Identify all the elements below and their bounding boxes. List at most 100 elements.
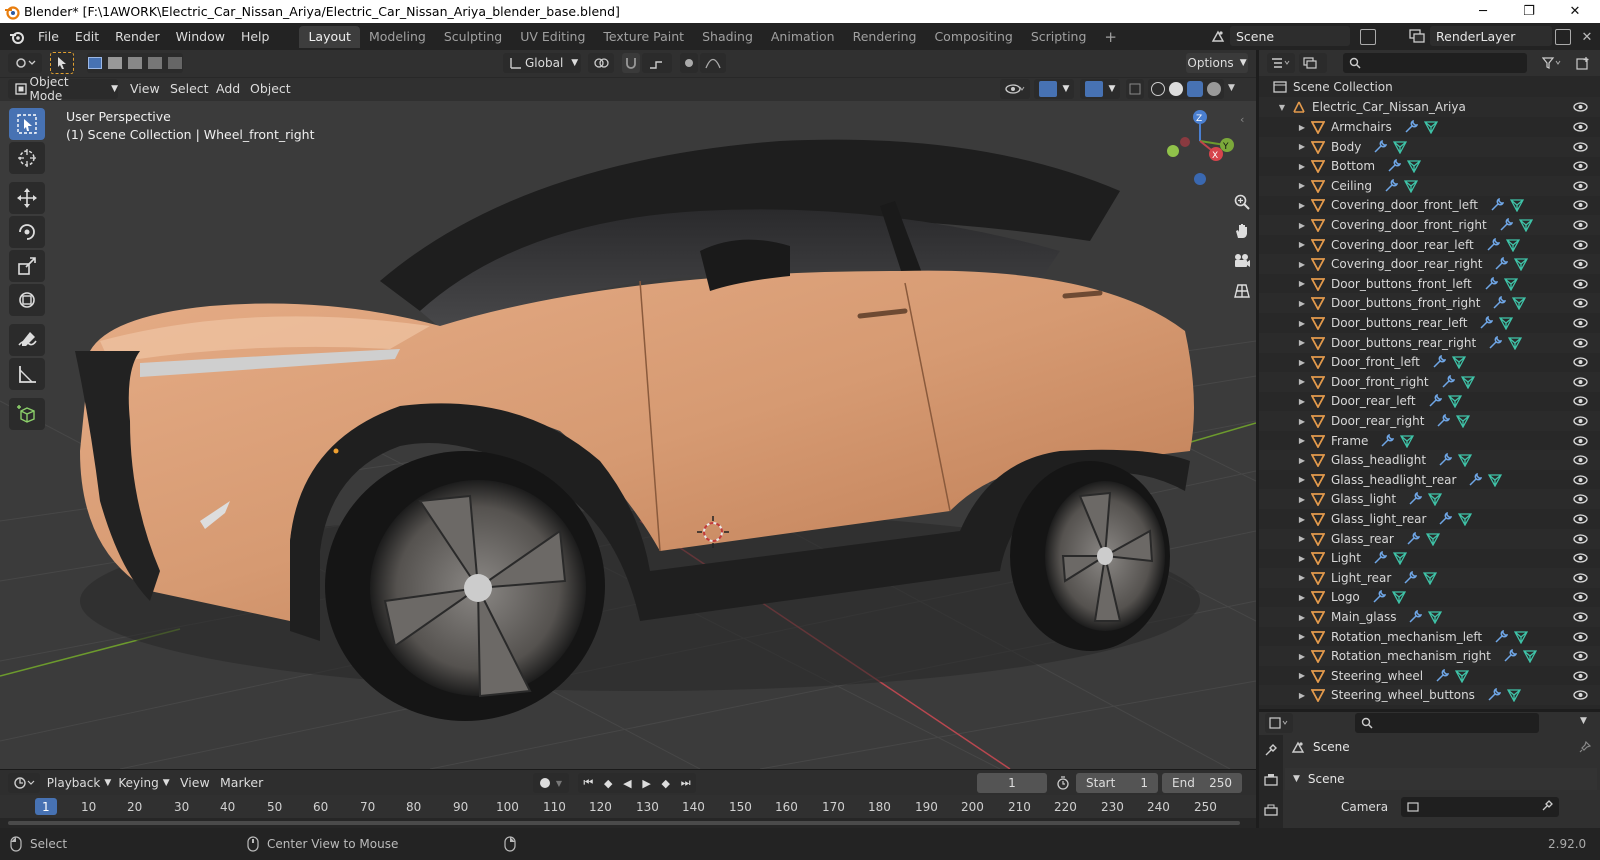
tool-scale[interactable] bbox=[9, 250, 45, 282]
play-reverse-icon[interactable]: ◀ bbox=[623, 777, 631, 790]
outliner-object-row[interactable]: ▶ Glass_headlight bbox=[1259, 450, 1600, 471]
expand-arrow-icon[interactable]: ▶ bbox=[1297, 161, 1307, 171]
outliner-object-row[interactable]: ▶ Door_rear_left bbox=[1259, 391, 1600, 411]
expand-arrow-icon[interactable]: ▶ bbox=[1297, 514, 1307, 524]
eye-icon[interactable] bbox=[1573, 649, 1588, 663]
tool-cursor[interactable] bbox=[9, 142, 45, 174]
expand-arrow-icon[interactable]: ▶ bbox=[1297, 279, 1307, 289]
outliner-object-row[interactable]: ▶ Body bbox=[1259, 136, 1600, 157]
outliner-object-row[interactable]: ▶ Door_buttons_front_left bbox=[1259, 274, 1600, 294]
eye-icon[interactable] bbox=[1573, 669, 1588, 683]
outliner-object-row[interactable]: ▶ Glass_light bbox=[1259, 489, 1600, 510]
modifier-wrench-icon[interactable] bbox=[1408, 492, 1423, 506]
tab-uv-editing[interactable]: UV Editing bbox=[511, 26, 594, 48]
visibility-dropdown[interactable] bbox=[1000, 79, 1030, 99]
eye-icon[interactable] bbox=[1573, 688, 1588, 702]
outliner-object-row[interactable]: ▶ Door_front_left bbox=[1259, 352, 1600, 372]
mesh-data-icon[interactable] bbox=[1423, 120, 1438, 134]
mesh-data-icon[interactable] bbox=[1428, 492, 1443, 507]
eye-icon[interactable] bbox=[1573, 296, 1588, 310]
snap-target-icon[interactable] bbox=[642, 53, 672, 73]
modifier-wrench-icon[interactable] bbox=[1373, 139, 1388, 154]
eye-icon[interactable] bbox=[1573, 610, 1588, 624]
outliner-object-row[interactable]: ▶ Glass_headlight_rear bbox=[1259, 470, 1600, 490]
modifier-wrench-icon[interactable] bbox=[1499, 218, 1513, 232]
modifier-wrench-icon[interactable] bbox=[1372, 590, 1386, 604]
new-scene-icon[interactable] bbox=[1360, 29, 1376, 45]
falloff-icon[interactable] bbox=[700, 53, 726, 73]
menu-render[interactable]: Render bbox=[107, 26, 168, 48]
outliner-object-row[interactable]: ▶ Glass_rear bbox=[1259, 528, 1600, 549]
pin-icon[interactable] bbox=[1579, 740, 1592, 756]
collapse-arrow-icon[interactable]: ▼ bbox=[1277, 102, 1287, 112]
overlay-toggle[interactable]: ▼ bbox=[1080, 79, 1120, 99]
modifier-wrench-icon[interactable] bbox=[1404, 120, 1418, 134]
mesh-data-icon[interactable] bbox=[1425, 532, 1440, 546]
expand-arrow-icon[interactable]: ▶ bbox=[1297, 142, 1307, 152]
properties-search-input[interactable] bbox=[1355, 713, 1539, 733]
mesh-data-icon[interactable] bbox=[1392, 551, 1407, 566]
eye-icon[interactable] bbox=[1573, 492, 1588, 506]
jump-end-icon[interactable]: ⏭ bbox=[681, 776, 691, 790]
outliner-object-row[interactable]: ▶ Covering_door_front_left bbox=[1259, 195, 1600, 215]
mesh-data-icon[interactable] bbox=[1508, 336, 1523, 350]
expand-arrow-icon[interactable]: ▶ bbox=[1297, 259, 1307, 269]
mesh-data-icon[interactable] bbox=[1458, 512, 1473, 526]
overlays-icon[interactable] bbox=[1084, 81, 1103, 97]
menu-object[interactable]: Object bbox=[250, 81, 291, 96]
camera-field[interactable] bbox=[1401, 797, 1559, 817]
play-icon[interactable]: ▶ bbox=[642, 777, 650, 790]
mesh-data-icon[interactable] bbox=[1423, 571, 1438, 585]
modifier-wrench-icon[interactable] bbox=[1438, 512, 1453, 526]
tab-modeling[interactable]: Modeling bbox=[360, 26, 435, 48]
gizmo-icon[interactable] bbox=[1038, 81, 1057, 97]
timeline-editor-type-icon[interactable] bbox=[8, 773, 40, 793]
modifier-wrench-icon[interactable] bbox=[1486, 237, 1500, 252]
modifier-wrench-icon[interactable] bbox=[1432, 355, 1446, 369]
outliner-object-row[interactable]: ▶ Light bbox=[1259, 548, 1600, 568]
expand-arrow-icon[interactable]: ▶ bbox=[1297, 632, 1307, 642]
playback-controls[interactable]: ⏮ ◆ ◀ ▶ ◆ ⏭ bbox=[578, 773, 696, 793]
tool-move[interactable] bbox=[9, 182, 45, 214]
modifier-wrench-icon[interactable] bbox=[1441, 374, 1455, 389]
tab-scripting[interactable]: Scripting bbox=[1022, 26, 1096, 48]
mesh-data-icon[interactable] bbox=[1506, 688, 1521, 703]
eye-icon[interactable] bbox=[1573, 179, 1588, 193]
mesh-data-icon[interactable] bbox=[1393, 140, 1408, 154]
expand-arrow-icon[interactable]: ▶ bbox=[1297, 416, 1307, 426]
eye-icon[interactable] bbox=[1573, 218, 1588, 232]
modifier-wrench-icon[interactable] bbox=[1384, 178, 1398, 193]
tab-animation[interactable]: Animation bbox=[762, 26, 844, 48]
eye-icon[interactable] bbox=[1573, 238, 1588, 252]
expand-arrow-icon[interactable]: ▶ bbox=[1297, 553, 1307, 563]
tab-texture-paint[interactable]: Texture Paint bbox=[594, 26, 693, 48]
outliner-object-row[interactable]: ▶ Main_glass bbox=[1259, 607, 1600, 627]
mesh-data-icon[interactable] bbox=[1499, 316, 1514, 330]
eye-icon[interactable] bbox=[1573, 257, 1588, 271]
expand-arrow-icon[interactable]: ▶ bbox=[1297, 181, 1307, 191]
end-frame-field[interactable]: End 250 bbox=[1162, 773, 1242, 793]
mesh-data-icon[interactable] bbox=[1518, 218, 1533, 232]
outliner-object-row[interactable]: ▶ Ceiling bbox=[1259, 175, 1600, 196]
menu-select[interactable]: Select bbox=[170, 81, 209, 96]
modifier-wrench-icon[interactable] bbox=[1436, 414, 1451, 428]
stopwatch-icon[interactable] bbox=[1054, 773, 1072, 793]
expand-arrow-icon[interactable]: ▶ bbox=[1297, 357, 1307, 367]
outliner-object-row[interactable]: ▶ Covering_door_rear_left bbox=[1259, 235, 1600, 255]
timeline-ruler[interactable]: 1 10 20 30 40 50 60 70 80 90 100 110 120… bbox=[0, 795, 1256, 818]
eye-icon[interactable] bbox=[1573, 434, 1588, 448]
expand-arrow-icon[interactable]: ▶ bbox=[1297, 200, 1307, 210]
outliner-object-row[interactable]: ▶ Logo bbox=[1259, 587, 1600, 607]
outliner-scene-collection[interactable]: Scene Collection bbox=[1259, 77, 1600, 97]
select-intersect-icon[interactable] bbox=[168, 57, 182, 69]
expand-arrow-icon[interactable]: ▶ bbox=[1297, 122, 1307, 132]
autokey-toggle[interactable]: ▼ bbox=[533, 773, 569, 793]
outliner-object-row[interactable]: ▶ Rotation_mechanism_left bbox=[1259, 627, 1600, 647]
mesh-data-icon[interactable] bbox=[1391, 590, 1406, 605]
expand-arrow-icon[interactable]: ▶ bbox=[1297, 436, 1307, 446]
mesh-data-icon[interactable] bbox=[1428, 610, 1443, 624]
modifier-wrench-icon[interactable] bbox=[1408, 610, 1423, 624]
prev-keyframe-icon[interactable]: ◆ bbox=[604, 777, 612, 790]
eye-icon[interactable] bbox=[1573, 630, 1588, 644]
chevron-down-icon[interactable]: ▼ bbox=[1228, 83, 1235, 93]
